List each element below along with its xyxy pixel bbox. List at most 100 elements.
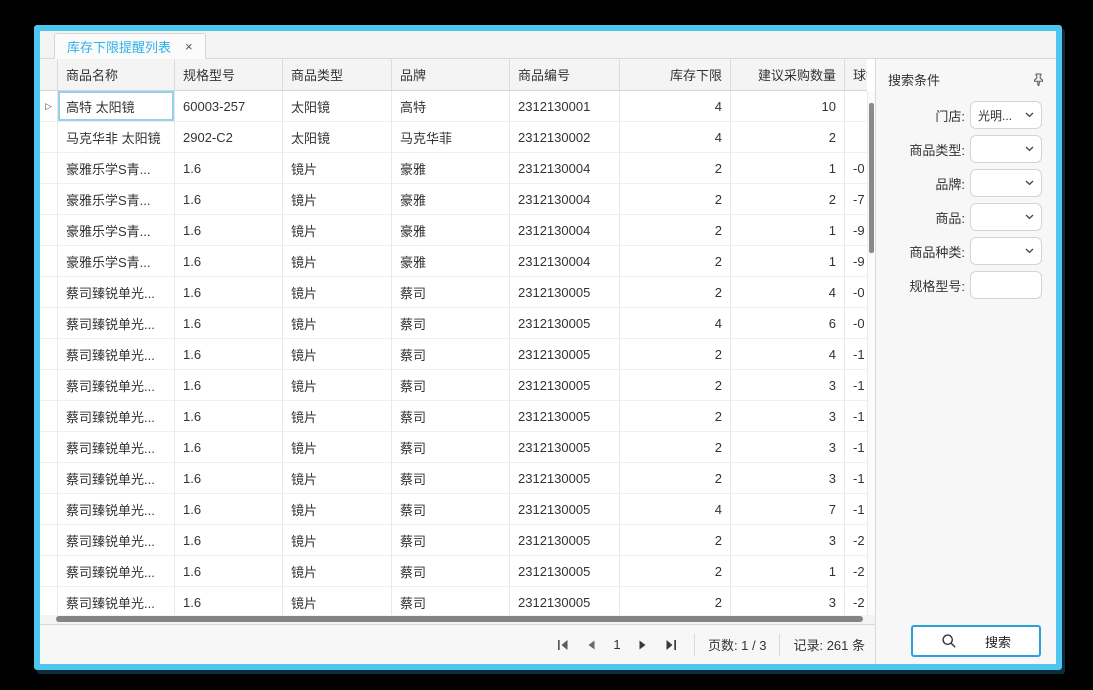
table-cell[interactable]: 4: [620, 122, 731, 153]
column-header[interactable]: 球镜: [845, 59, 867, 91]
table-row[interactable]: 蔡司臻锐单光...1.6镜片蔡司231213000523-1: [40, 401, 867, 432]
field-control[interactable]: [970, 203, 1042, 231]
table-cell[interactable]: 1: [731, 153, 845, 184]
table-cell[interactable]: -0: [845, 277, 867, 308]
table-cell[interactable]: 2312130002: [510, 122, 620, 153]
table-row[interactable]: 蔡司臻锐单光...1.6镜片蔡司231213000521-2: [40, 556, 867, 587]
field-control[interactable]: [970, 169, 1042, 197]
table-cell[interactable]: 2312130005: [510, 432, 620, 463]
table-cell[interactable]: 2312130005: [510, 525, 620, 556]
table-cell[interactable]: 2312130001: [510, 91, 620, 122]
table-cell[interactable]: [845, 122, 867, 153]
previous-page-icon[interactable]: [586, 639, 596, 651]
table-cell[interactable]: 1.6: [175, 370, 283, 401]
table-cell[interactable]: 4: [620, 91, 731, 122]
table-cell[interactable]: 蔡司: [392, 308, 510, 339]
pin-icon[interactable]: [1033, 73, 1044, 86]
table-cell[interactable]: 镜片: [283, 494, 392, 525]
table-row[interactable]: 蔡司臻锐单光...1.6镜片蔡司231213000523-1: [40, 463, 867, 494]
table-cell[interactable]: 2: [620, 277, 731, 308]
table-cell[interactable]: 2312130005: [510, 494, 620, 525]
table-cell[interactable]: 蔡司: [392, 494, 510, 525]
table-cell[interactable]: 蔡司臻锐单光...: [58, 587, 175, 615]
field-control[interactable]: [970, 271, 1042, 299]
horizontal-scrollbar-thumb[interactable]: [56, 616, 863, 622]
table-cell[interactable]: -9: [845, 246, 867, 277]
table-cell[interactable]: 3: [731, 370, 845, 401]
table-cell[interactable]: 2312130005: [510, 587, 620, 615]
table-cell[interactable]: 豪雅乐学S青...: [58, 246, 175, 277]
table-cell[interactable]: -9: [845, 215, 867, 246]
table-cell[interactable]: 1.6: [175, 463, 283, 494]
table-cell[interactable]: -1: [845, 370, 867, 401]
table-cell[interactable]: -1: [845, 432, 867, 463]
table-cell[interactable]: 3: [731, 463, 845, 494]
table-cell[interactable]: 4: [731, 339, 845, 370]
table-cell[interactable]: 蔡司: [392, 401, 510, 432]
table-cell[interactable]: 4: [620, 494, 731, 525]
table-cell[interactable]: 2312130004: [510, 246, 620, 277]
table-cell[interactable]: 4: [731, 277, 845, 308]
table-cell[interactable]: 1.6: [175, 339, 283, 370]
table-row[interactable]: 马克华非 太阳镜2902-C2太阳镜马克华菲231213000242: [40, 122, 867, 153]
table-cell[interactable]: 镜片: [283, 370, 392, 401]
table-cell[interactable]: 2: [620, 525, 731, 556]
table-cell[interactable]: 镜片: [283, 153, 392, 184]
table-cell[interactable]: 2: [620, 432, 731, 463]
table-cell[interactable]: 蔡司: [392, 556, 510, 587]
table-cell[interactable]: 高特 太阳镜: [58, 91, 175, 122]
table-cell[interactable]: 豪雅乐学S青...: [58, 184, 175, 215]
table-cell[interactable]: -0: [845, 308, 867, 339]
table-cell[interactable]: 豪雅: [392, 246, 510, 277]
table-cell[interactable]: 镜片: [283, 587, 392, 615]
search-button[interactable]: 搜索: [911, 625, 1041, 657]
table-cell[interactable]: 镜片: [283, 525, 392, 556]
table-cell[interactable]: 2: [620, 556, 731, 587]
table-cell[interactable]: 1.6: [175, 277, 283, 308]
table-cell[interactable]: 蔡司臻锐单光...: [58, 432, 175, 463]
first-page-icon[interactable]: [557, 639, 570, 651]
table-cell[interactable]: 2312130004: [510, 184, 620, 215]
column-header[interactable]: 商品编号: [510, 59, 620, 91]
column-header[interactable]: 品牌: [392, 59, 510, 91]
table-cell[interactable]: 2312130005: [510, 339, 620, 370]
table-cell[interactable]: [845, 91, 867, 122]
column-header[interactable]: 商品名称: [58, 59, 175, 91]
table-cell[interactable]: 3: [731, 401, 845, 432]
table-cell[interactable]: 4: [620, 308, 731, 339]
table-row[interactable]: 蔡司臻锐单光...1.6镜片蔡司231213000523-1: [40, 432, 867, 463]
table-cell[interactable]: 镜片: [283, 463, 392, 494]
table-cell[interactable]: 蔡司臻锐单光...: [58, 308, 175, 339]
table-cell[interactable]: 2: [731, 122, 845, 153]
table-cell[interactable]: 1.6: [175, 587, 283, 615]
table-cell[interactable]: 太阳镜: [283, 122, 392, 153]
table-cell[interactable]: 蔡司臻锐单光...: [58, 401, 175, 432]
next-page-icon[interactable]: [638, 639, 648, 651]
table-cell[interactable]: 马克华菲: [392, 122, 510, 153]
table-cell[interactable]: 2312130005: [510, 556, 620, 587]
column-header[interactable]: 商品类型: [283, 59, 392, 91]
table-row[interactable]: ▷ 高特 太阳镜60003-257太阳镜高特2312130001410: [40, 91, 867, 122]
table-cell[interactable]: 镜片: [283, 401, 392, 432]
horizontal-scrollbar[interactable]: [40, 615, 875, 624]
table-row[interactable]: 豪雅乐学S青...1.6镜片豪雅231213000422-7: [40, 184, 867, 215]
table-row[interactable]: 蔡司臻锐单光...1.6镜片蔡司231213000523-2: [40, 587, 867, 615]
table-cell[interactable]: 镜片: [283, 339, 392, 370]
table-cell[interactable]: 2902-C2: [175, 122, 283, 153]
field-control[interactable]: 光明...: [970, 101, 1042, 129]
table-cell[interactable]: -1: [845, 494, 867, 525]
table-cell[interactable]: 1.6: [175, 401, 283, 432]
table-cell[interactable]: 蔡司: [392, 370, 510, 401]
table-cell[interactable]: 1.6: [175, 525, 283, 556]
table-cell[interactable]: 2: [620, 184, 731, 215]
table-cell[interactable]: -2: [845, 587, 867, 615]
table-row[interactable]: 蔡司臻锐单光...1.6镜片蔡司231213000524-0: [40, 277, 867, 308]
table-cell[interactable]: -1: [845, 401, 867, 432]
table-cell[interactable]: 2312130004: [510, 153, 620, 184]
table-row[interactable]: 蔡司臻锐单光...1.6镜片蔡司231213000523-1: [40, 370, 867, 401]
table-cell[interactable]: 10: [731, 91, 845, 122]
table-cell[interactable]: 1: [731, 556, 845, 587]
table-cell[interactable]: 豪雅: [392, 153, 510, 184]
table-cell[interactable]: 2: [620, 587, 731, 615]
table-cell[interactable]: 蔡司: [392, 525, 510, 556]
